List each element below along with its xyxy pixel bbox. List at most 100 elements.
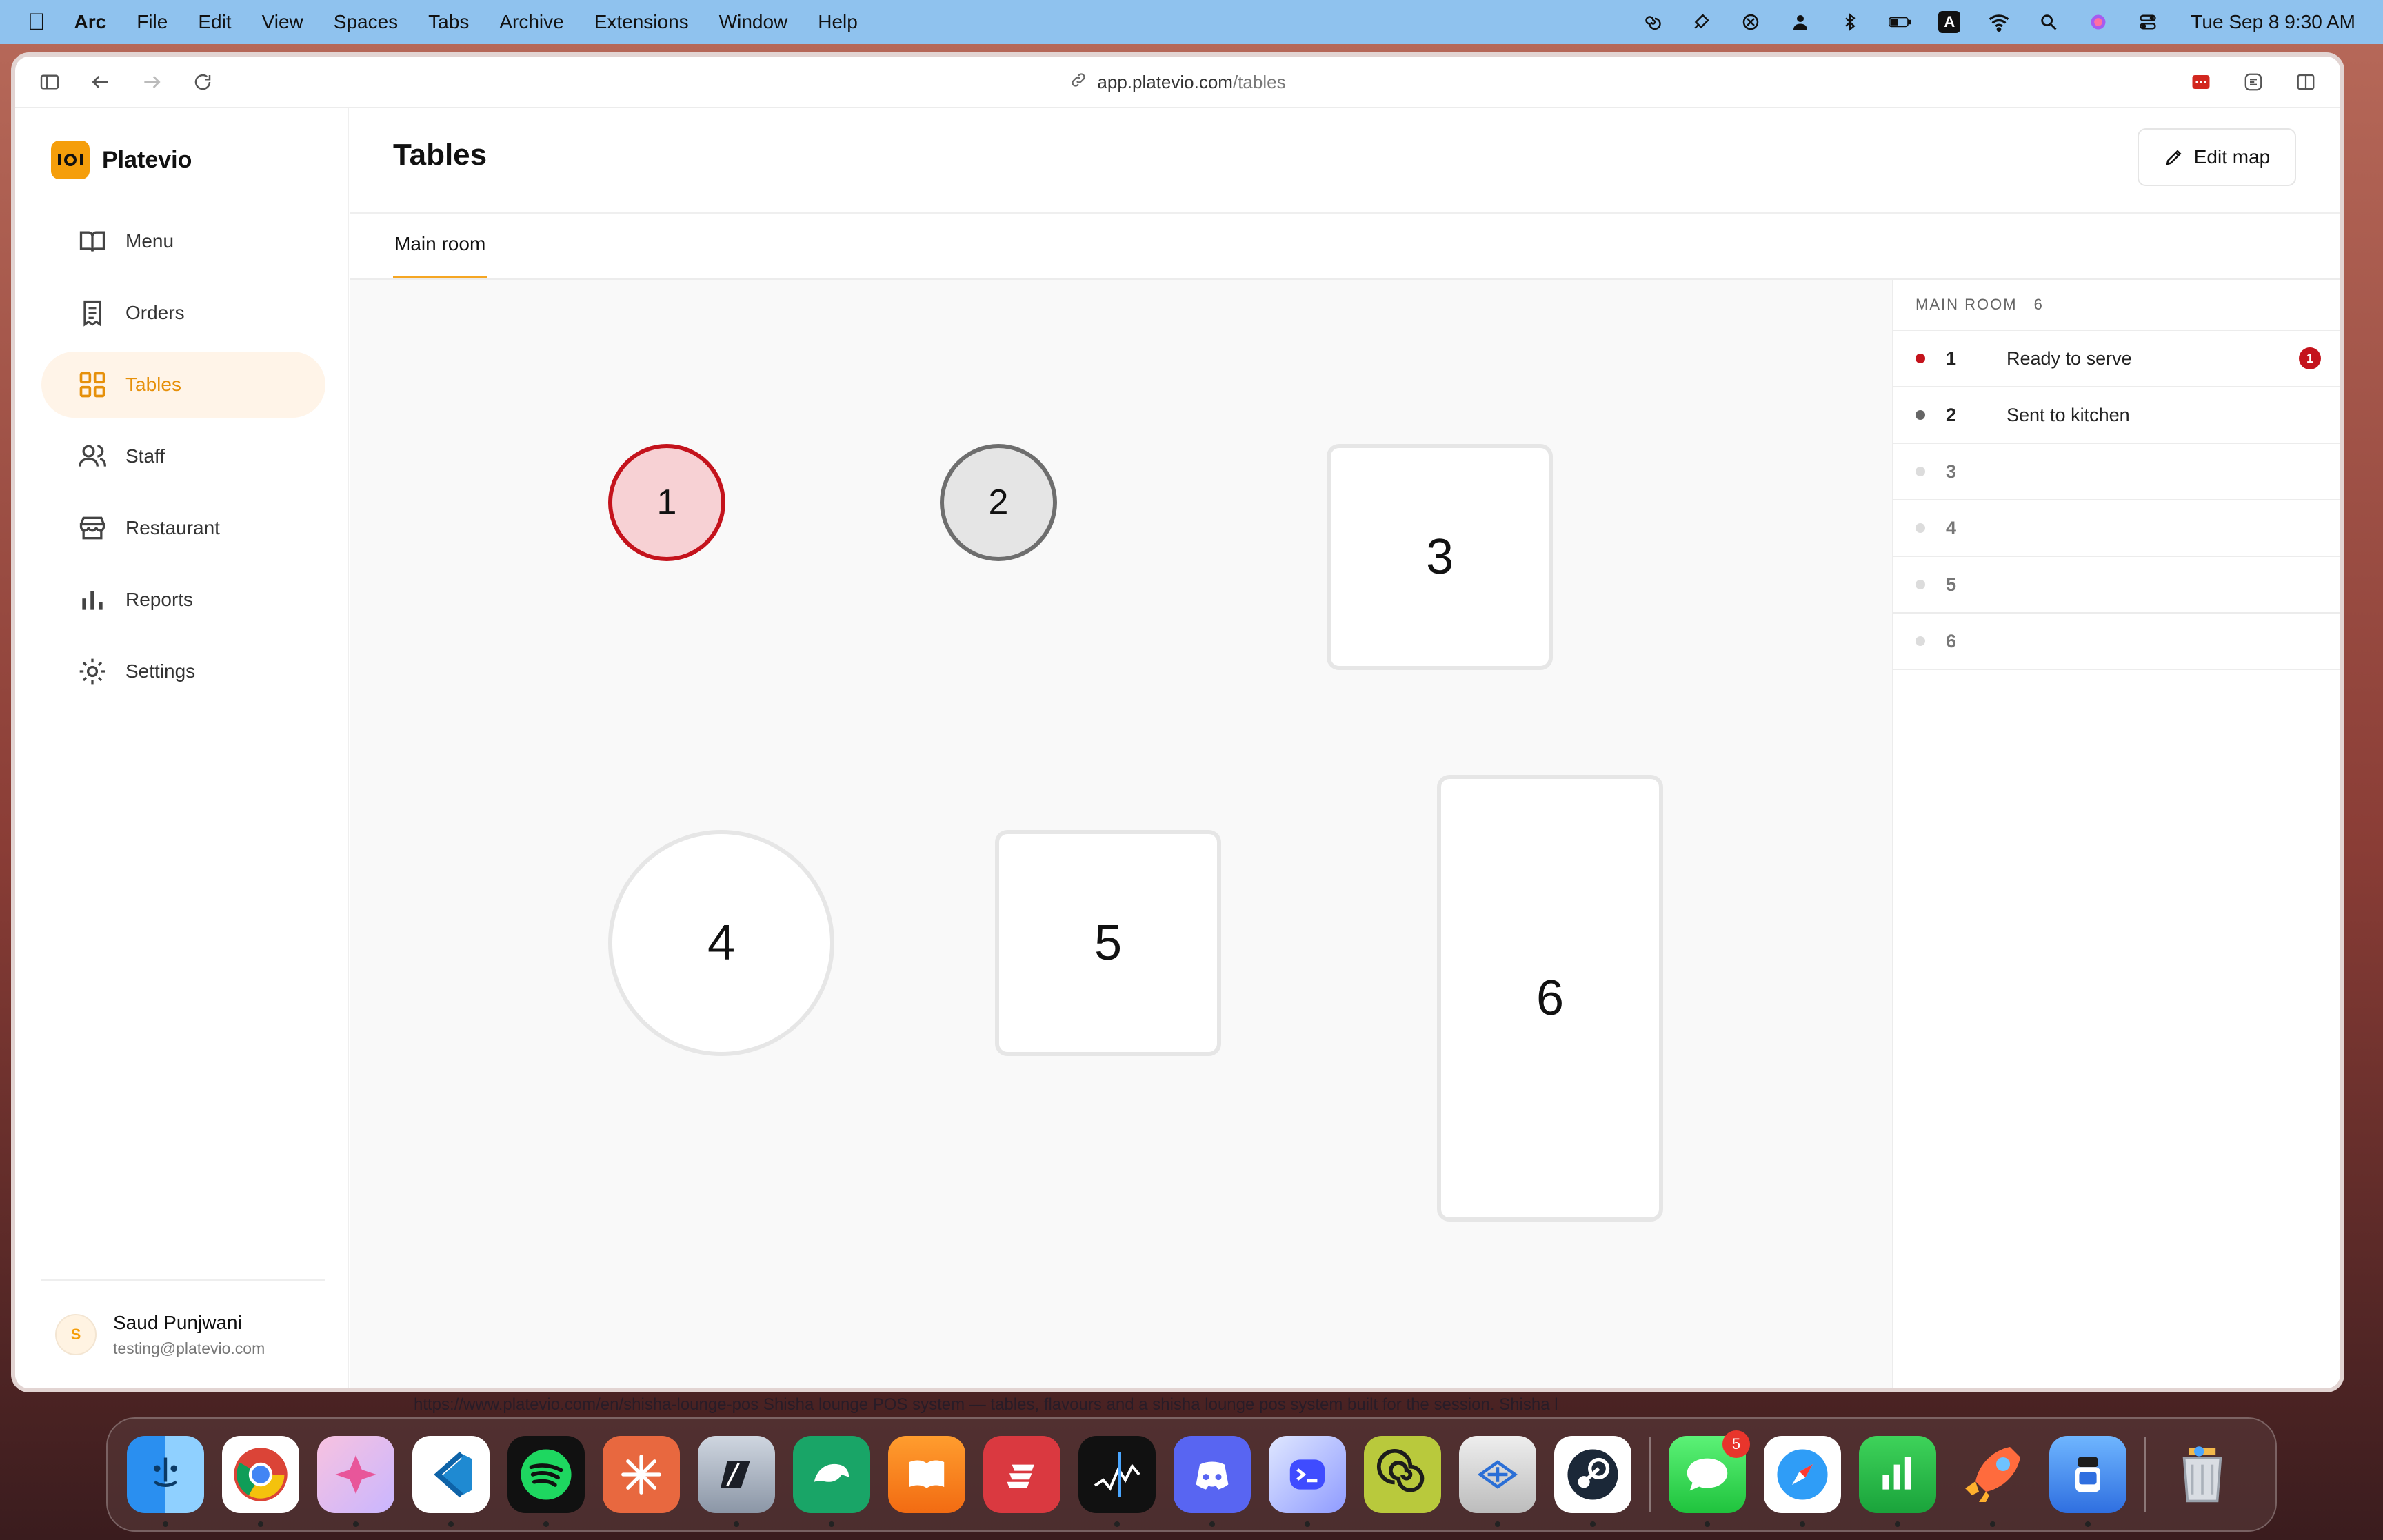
dock-finder-icon[interactable] (127, 1436, 204, 1527)
brand[interactable]: Platevio (51, 141, 192, 179)
dock-simulator-icon[interactable] (2049, 1436, 2126, 1527)
back-arrow-icon[interactable] (84, 65, 117, 99)
sidebar-item-settings[interactable]: Settings (41, 638, 325, 705)
menu-archive[interactable]: Archive (499, 11, 563, 33)
dock-messages-icon[interactable]: 5 (1669, 1430, 1750, 1527)
table-row-4[interactable]: 4 (1893, 500, 2340, 557)
menu-file[interactable]: File (137, 11, 168, 33)
table-count: 6 (2033, 296, 2042, 313)
dock-stocks-icon[interactable] (1078, 1436, 1156, 1527)
table-number: 3 (1425, 529, 1454, 585)
table-row-3[interactable]: 3 (1893, 444, 2340, 500)
pencil-icon (2166, 150, 2182, 165)
table-number: 2 (988, 483, 1009, 523)
wifi-icon[interactable] (1988, 11, 2010, 33)
menubar-clock[interactable]: Tue Sep 8 9:30 AM (2191, 11, 2355, 33)
dock-cursor-icon[interactable] (698, 1436, 775, 1527)
dock-steam-icon[interactable] (1554, 1436, 1631, 1527)
table-row-6[interactable]: 6 (1893, 614, 2340, 670)
status-dot (1916, 636, 1925, 646)
row-status: Ready to serve (2007, 347, 2132, 369)
table-number: 5 (1094, 915, 1123, 971)
spiral-tray-icon[interactable] (1640, 11, 1662, 33)
status-dot (1916, 523, 1925, 533)
menu-spaces[interactable]: Spaces (334, 11, 398, 33)
user-tray-icon[interactable] (1789, 11, 1811, 33)
dock-chrome-icon[interactable] (222, 1436, 299, 1527)
sidebar-item-label: Restaurant (125, 517, 220, 538)
menu-view[interactable]: View (262, 11, 303, 33)
sidebar-item-orders[interactable]: Orders (41, 280, 325, 346)
dock-expressvpn-icon[interactable] (983, 1436, 1060, 1513)
bluetooth-icon[interactable] (1839, 11, 1861, 33)
dock-sonic-icon[interactable] (1364, 1436, 1441, 1513)
extensions-icon[interactable] (2237, 65, 2270, 99)
url-host: app.platevio.com (1097, 71, 1233, 92)
sidebar-item-staff[interactable]: Staff (41, 423, 325, 489)
floor-table-1[interactable]: 1 (608, 444, 725, 561)
sidebar-toggle-icon[interactable] (33, 65, 66, 99)
sidebar-item-label: Menu (125, 230, 174, 252)
battery-icon[interactable] (1889, 11, 1911, 33)
extension-red-icon[interactable] (2184, 65, 2218, 99)
openai-tray-icon[interactable] (1740, 11, 1762, 33)
menu-edit[interactable]: Edit (198, 11, 231, 33)
table-row-5[interactable]: 5 (1893, 557, 2340, 614)
sidebar-item-menu[interactable]: Menu (41, 208, 325, 274)
sidebar-item-reports[interactable]: Reports (41, 567, 325, 633)
address-bar[interactable]: app.platevio.com/tables (15, 57, 2340, 108)
forward-arrow-icon[interactable] (135, 65, 168, 99)
control-center-icon[interactable] (2137, 11, 2159, 33)
floor-table-3[interactable]: 3 (1327, 444, 1553, 670)
tab-label: Main room (394, 233, 486, 254)
menu-window[interactable]: Window (719, 11, 788, 33)
user-profile[interactable]: S Saud Punjwani testing@platevio.com (41, 1279, 325, 1388)
menu-help[interactable]: Help (818, 11, 858, 33)
sidebar-item-tables[interactable]: Tables (41, 352, 325, 418)
spotlight-search-icon[interactable] (2038, 11, 2060, 33)
row-number: 5 (1946, 574, 1957, 595)
edit-map-button[interactable]: Edit map (2138, 128, 2296, 186)
menu-tabs[interactable]: Tabs (428, 11, 469, 33)
link-icon (1069, 71, 1087, 94)
menu-extensions[interactable]: Extensions (594, 11, 689, 33)
dock-craft-icon[interactable] (317, 1436, 394, 1527)
dock-warp-icon[interactable] (1269, 1436, 1346, 1527)
dock-claude-icon[interactable] (603, 1436, 680, 1513)
row-number: 1 (1946, 347, 1957, 369)
floor-table-2[interactable]: 2 (940, 444, 1057, 561)
rocket-tray-icon[interactable] (1690, 11, 1712, 33)
floor-table-4[interactable]: 4 (608, 830, 834, 1056)
grid-icon (79, 372, 105, 398)
background-text-strip: https://www.platevio.com/en/shisha-loung… (414, 1395, 1558, 1414)
sidebar-item-label: Staff (125, 445, 165, 467)
siri-icon[interactable] (2087, 11, 2109, 33)
menu-app-name[interactable]: Arc (74, 11, 107, 33)
dock-rocket-icon[interactable] (1954, 1436, 2031, 1527)
url-path: /tables (1232, 71, 1286, 92)
table-row-2[interactable]: 2 Sent to kitchen (1893, 387, 2340, 444)
dock-discord-icon[interactable] (1174, 1436, 1251, 1527)
dock-vscode-icon[interactable] (412, 1436, 490, 1527)
book-icon (79, 231, 105, 252)
sidebar-item-label: Reports (125, 589, 194, 610)
dock-retroarch-icon[interactable] (1459, 1436, 1536, 1527)
floor-table-6[interactable]: 6 (1437, 775, 1663, 1222)
list-header: MAIN ROOM 6 (1893, 280, 2340, 331)
reload-icon[interactable] (186, 65, 219, 99)
apple-menu-icon[interactable]:  (28, 9, 46, 36)
receipt-icon (83, 300, 101, 327)
dock-numbers-icon[interactable] (1859, 1436, 1936, 1527)
floor-table-5[interactable]: 5 (995, 830, 1221, 1056)
dock-trash-icon[interactable] (2164, 1436, 2241, 1513)
dock-safari-icon[interactable] (1764, 1436, 1841, 1527)
sidebar-item-restaurant[interactable]: Restaurant (41, 495, 325, 561)
dock-books-icon[interactable] (888, 1436, 965, 1513)
table-row-1[interactable]: 1 Ready to serve 1 (1893, 331, 2340, 387)
input-source-icon[interactable]: A (1938, 11, 1961, 33)
browser-toolbar: app.platevio.com/tables (15, 57, 2340, 108)
tab-main-room[interactable]: Main room (393, 212, 487, 278)
dock-spotify-icon[interactable] (507, 1436, 585, 1527)
split-view-icon[interactable] (2289, 65, 2322, 99)
dock-datagrip-icon[interactable] (793, 1436, 870, 1527)
